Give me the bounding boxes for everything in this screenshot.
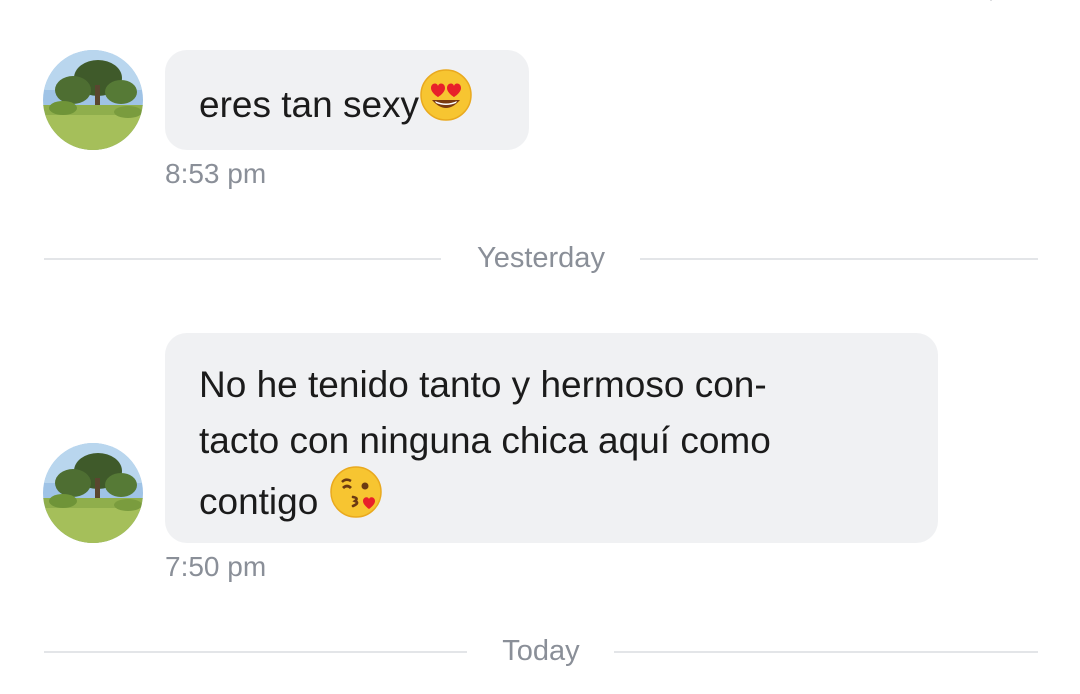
message-bubble[interactable]: eres tan sexy bbox=[165, 50, 529, 150]
message-timestamp: 7:50 pm bbox=[165, 551, 267, 582]
divider-label: Today bbox=[502, 635, 580, 667]
heart-eyes-emoji bbox=[419, 68, 473, 138]
date-divider-yesterday: Yesterday bbox=[44, 238, 1038, 278]
chat-screen: eres tan sexy 8:53 pm Yesterday No he te… bbox=[0, 0, 1080, 694]
top-toolbar-fragment bbox=[915, 0, 1015, 4]
date-divider-today: Today bbox=[44, 631, 1038, 671]
message-line-wrapper: contigo bbox=[199, 466, 938, 539]
message-bubble[interactable]: No he tenido tanto y hermoso con- tacto … bbox=[165, 333, 938, 543]
contact-avatar[interactable] bbox=[43, 50, 143, 150]
message-timestamp: 8:53 pm bbox=[165, 158, 267, 189]
message-line: tacto con ninguna chica aquí como bbox=[199, 420, 771, 461]
contact-avatar[interactable] bbox=[43, 443, 143, 543]
message-line: contigo bbox=[199, 480, 329, 522]
message-text: eres tan sexy bbox=[199, 83, 420, 125]
divider-label: Yesterday bbox=[477, 242, 605, 274]
kissing-heart-emoji bbox=[329, 465, 383, 535]
message-line: No he tenido tanto y hermoso con- bbox=[199, 364, 767, 405]
